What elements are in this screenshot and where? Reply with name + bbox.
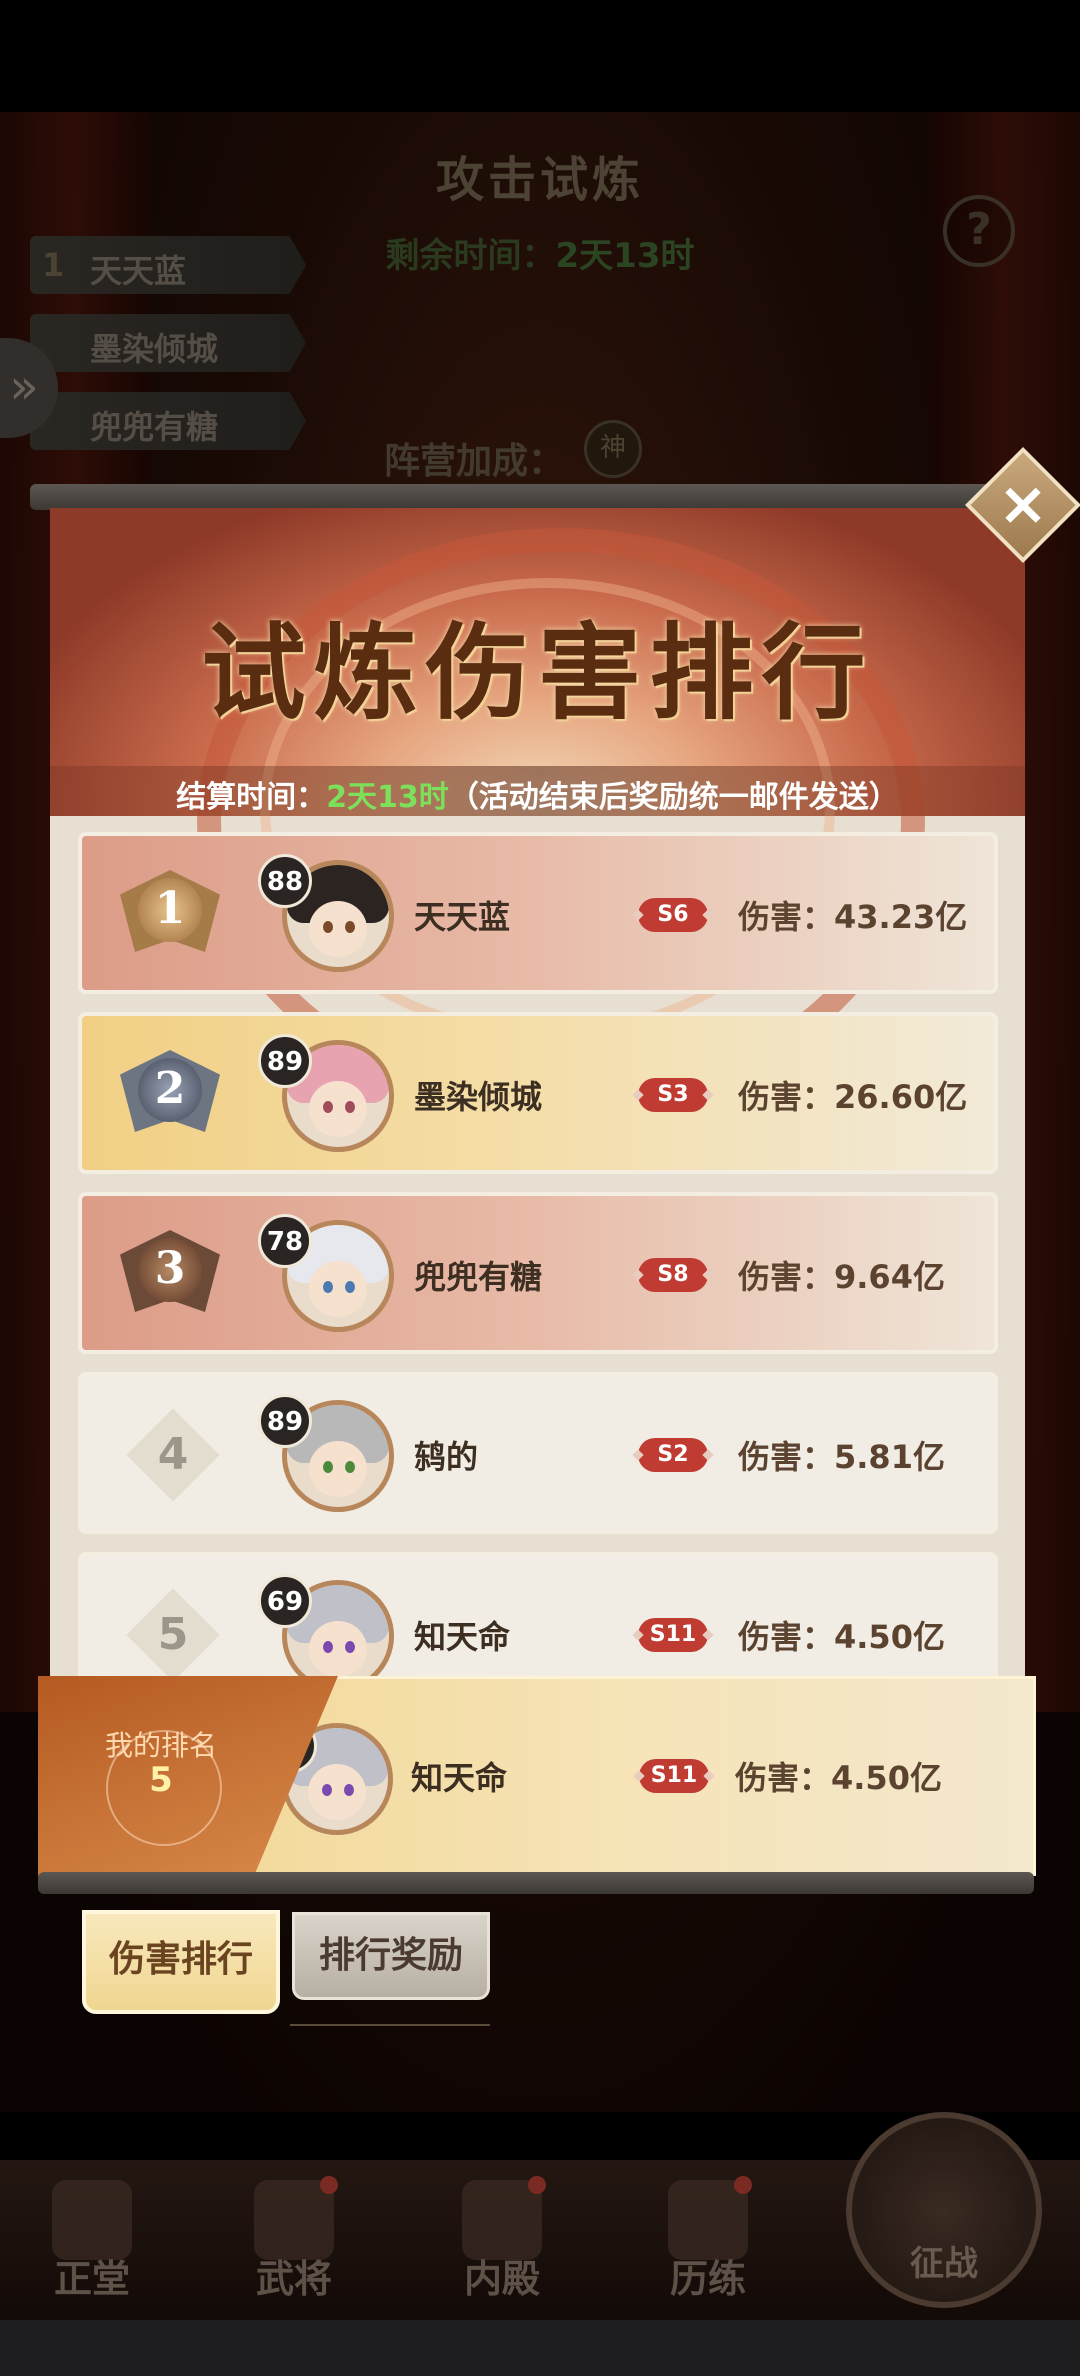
nav-hall[interactable]: 正堂 — [22, 2176, 162, 2306]
server-badge: S2 — [638, 1438, 708, 1472]
settle-label: 结算时间： — [176, 780, 327, 815]
rank-diamond-icon: 4 — [126, 1408, 220, 1502]
nav-training[interactable]: 历练 — [638, 2176, 778, 2306]
nav-label: 内殿 — [463, 2257, 540, 2301]
nav-campaign[interactable]: 征战 — [846, 2112, 1042, 2308]
player-name: 兜兜有糖 — [414, 1258, 543, 1296]
rank-row-4[interactable]: 4 89 鸫的 S2 伤害：5.81亿 — [78, 1372, 998, 1534]
system-nav-bar — [0, 2320, 1080, 2376]
nav-label: 正堂 — [53, 2257, 130, 2301]
rank-row-1[interactable]: 1 88 天天蓝 S6 伤害：43.23亿 — [78, 832, 998, 994]
tab-damage-ranking[interactable]: 伤害排行 — [82, 1910, 280, 2014]
server-badge: S3 — [638, 1078, 708, 1112]
settle-value: 2天13时 — [326, 780, 449, 815]
nav-label: 征战 — [910, 2244, 978, 2284]
tab-ranking-rewards[interactable]: 排行奖励 — [292, 1912, 490, 2000]
tab-underline — [290, 2024, 490, 2026]
nav-generals[interactable]: 武将 — [224, 2176, 364, 2306]
damage-value: 伤害：4.50亿 — [738, 1618, 945, 1656]
bronze-medal-icon: 3 — [120, 1224, 220, 1324]
server-badge: S11 — [638, 1618, 708, 1652]
damage-value: 伤害：9.64亿 — [738, 1258, 945, 1296]
rank-row-3[interactable]: 3 78 兜兜有糖 S8 伤害：9.64亿 — [78, 1192, 998, 1354]
close-icon: × — [997, 469, 1049, 539]
damage-value: 伤害：43.23亿 — [738, 898, 968, 936]
settle-time: 结算时间：2天13时（活动结束后奖励统一邮件发送） — [50, 772, 1025, 816]
my-rank-label: 我的排名 — [104, 1729, 217, 1762]
damage-value: 伤害：26.60亿 — [738, 1078, 968, 1116]
rank-diamond-icon: 5 — [126, 1588, 220, 1682]
player-name: 墨染倾城 — [414, 1078, 543, 1116]
nav-inner-palace[interactable]: 内殿 — [432, 2176, 572, 2306]
damage-value: 伤害：4.50亿 — [735, 1759, 942, 1797]
panel-frame-top — [30, 484, 1036, 510]
level-badge: 89 — [258, 1034, 312, 1088]
level-badge: 89 — [258, 1394, 312, 1448]
nav-label: 武将 — [255, 2257, 332, 2301]
server-badge: S6 — [638, 898, 708, 932]
nav-label: 历练 — [669, 2257, 746, 2301]
my-rank-number: 5 — [149, 1760, 173, 1800]
rank-row-2[interactable]: 2 89 墨染倾城 S3 伤害：26.60亿 — [78, 1012, 998, 1174]
gold-medal-icon: 1 — [120, 864, 220, 964]
player-name: 天天蓝 — [414, 898, 511, 936]
player-name: 鸫的 — [414, 1438, 479, 1476]
damage-value: 伤害：5.81亿 — [738, 1438, 945, 1476]
server-badge: S8 — [638, 1258, 708, 1292]
ranking-panel: 试炼伤害排行 结算时间：2天13时（活动结束后奖励统一邮件发送） 1 88 天天… — [50, 508, 1025, 1878]
panel-frame-bottom — [38, 1872, 1034, 1894]
settle-note: （活动结束后奖励统一邮件发送） — [448, 780, 899, 815]
level-badge: 78 — [258, 1214, 312, 1268]
silver-medal-icon: 2 — [120, 1044, 220, 1144]
panel-title: 试炼伤害排行 — [201, 611, 874, 734]
player-name: 知天命 — [411, 1759, 508, 1797]
level-badge: 88 — [258, 854, 312, 908]
level-badge: 69 — [258, 1574, 312, 1628]
server-badge: S11 — [639, 1759, 709, 1793]
player-name: 知天命 — [414, 1618, 511, 1656]
